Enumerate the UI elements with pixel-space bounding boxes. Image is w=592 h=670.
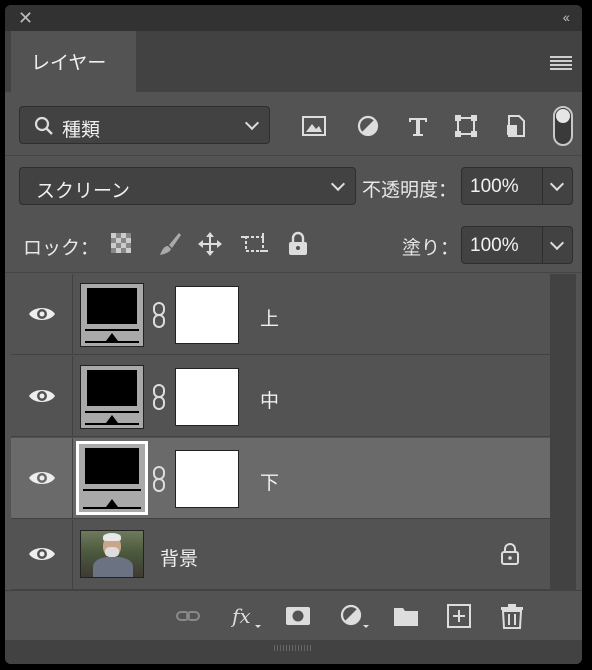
chain-link-icon[interactable] [152,465,166,493]
panel-tabbar: レイヤー [5,31,582,92]
layer-name[interactable]: 背景 [160,544,198,571]
layer-thumbnail[interactable] [80,365,144,429]
visibility-toggle[interactable] [11,438,73,518]
adjustment-layer-icon[interactable] [339,603,371,629]
add-mask-icon[interactable] [285,603,311,629]
lock-label: ロック： [23,238,100,259]
divider [5,155,582,156]
lock-icons [109,231,309,259]
opacity-value: 100% [470,176,519,197]
layer-row-selected[interactable]: 下 [11,438,550,519]
shape-filter-icon[interactable] [453,113,479,139]
opacity-label: 不透明度： [362,180,458,201]
lock-icon [501,543,519,565]
layer-mask-thumbnail[interactable] [175,368,239,426]
layer-list-scrollbar[interactable] [550,274,576,590]
resize-grip[interactable] [5,640,582,664]
lock-transparent-pixels-icon[interactable] [109,231,133,255]
chevron-down-icon [549,176,565,192]
collapse-icon[interactable]: ‹‹ [563,9,570,25]
panel-menu-icon[interactable] [550,56,572,70]
tab-layers[interactable]: レイヤー [11,31,136,92]
tab-layers-label: レイヤー [31,53,107,74]
layer-row[interactable]: 中 [11,356,550,437]
background-thumbnail[interactable] [80,530,144,578]
chevron-down-icon [549,235,565,251]
svg-text:fx: fx [231,604,251,628]
chevron-down-icon [244,115,260,131]
layers-bottom-toolbar: fx [5,590,582,640]
filter-kind-label: 種類 [62,120,101,141]
visibility-toggle[interactable] [11,356,73,436]
eye-icon [29,390,55,402]
opacity-dropdown[interactable] [542,168,572,204]
fill-field[interactable]: 100% [461,226,573,264]
opacity-field[interactable]: 100% [461,167,573,205]
lock-all-icon[interactable] [287,231,309,257]
layer-mask-thumbnail[interactable] [175,450,239,508]
filter-kind-dropdown[interactable]: 種類 [19,106,270,144]
type-filter-icon[interactable] [405,113,431,139]
close-icon[interactable]: ✕ [18,8,33,29]
visibility-toggle[interactable] [11,520,73,589]
link-layers-icon[interactable] [175,603,201,629]
eye-icon [29,472,55,484]
visibility-toggle[interactable] [11,274,73,354]
new-layer-icon[interactable] [446,603,472,629]
trash-icon[interactable] [499,603,525,629]
panel-titlebar: ✕ ‹‹ [5,5,582,31]
layer-name[interactable]: 中 [260,386,279,413]
fill-label: 塗り： [402,238,460,259]
smart-object-filter-icon[interactable] [503,113,529,139]
layer-mask-thumbnail[interactable] [175,286,239,344]
layer-name[interactable]: 上 [260,304,279,331]
lock-image-pixels-icon[interactable] [157,231,183,257]
filter-toggle[interactable] [553,106,573,146]
layer-row[interactable]: 背景 [11,520,550,590]
layer-thumbnail[interactable] [80,283,144,347]
layer-list: 上 中 下 背景 [11,274,550,590]
layers-panel: ✕ ‹‹ レイヤー 種類 スクリーン 不透明度： 100% ロック： 塗り： 1… [5,5,582,664]
layer-row[interactable]: 上 [11,274,550,355]
filter-icons [301,113,561,141]
chain-link-icon[interactable] [152,301,166,329]
fx-icon[interactable]: fx [231,603,263,629]
layer-name[interactable]: 下 [260,468,279,495]
lock-position-icon[interactable] [197,231,223,257]
folder-icon[interactable] [393,603,419,629]
fill-dropdown[interactable] [542,227,572,263]
adjustment-filter-icon[interactable] [355,113,381,139]
search-icon [34,116,53,135]
image-filter-icon[interactable] [301,113,327,139]
chevron-down-icon [330,176,346,192]
layer-thumbnail[interactable] [76,441,148,515]
eye-icon [29,548,55,560]
divider [5,272,582,273]
lock-artboard-icon[interactable] [241,231,269,257]
eye-icon [29,308,55,320]
blend-mode-dropdown[interactable]: スクリーン [19,167,356,205]
chain-link-icon[interactable] [152,383,166,411]
fill-value: 100% [470,235,519,256]
blend-mode-value: スクリーン [36,181,131,202]
